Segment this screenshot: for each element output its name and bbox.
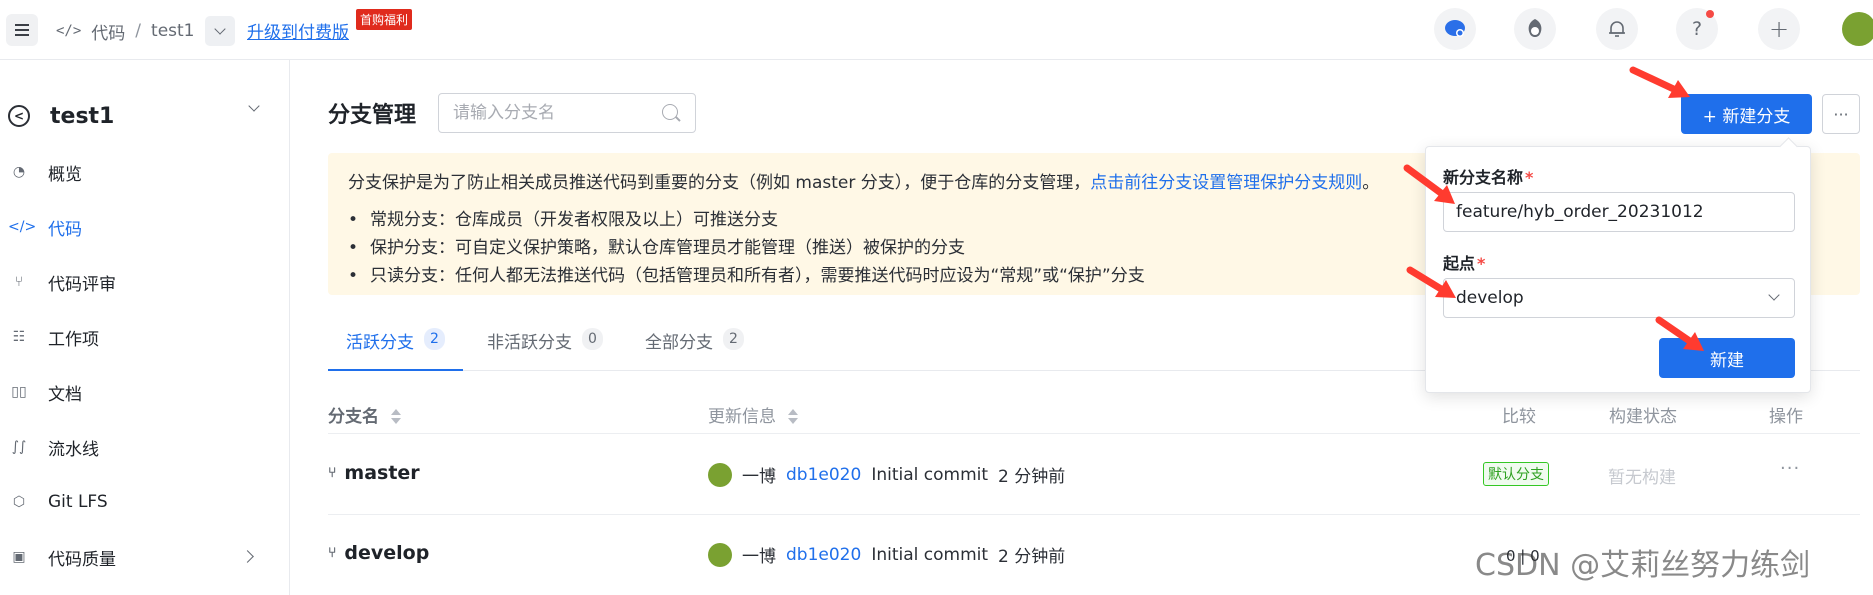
arrow-annotation-name: [1403, 164, 1455, 204]
arrow-annotation-origin: [1406, 266, 1456, 298]
watermark: CSDN @艾莉丝努力练剑: [1475, 548, 1811, 583]
annotation-arrows: [1403, 66, 1704, 351]
arrow-annotation-new-branch: [1629, 66, 1690, 98]
arrow-annotation-create: [1655, 316, 1704, 351]
